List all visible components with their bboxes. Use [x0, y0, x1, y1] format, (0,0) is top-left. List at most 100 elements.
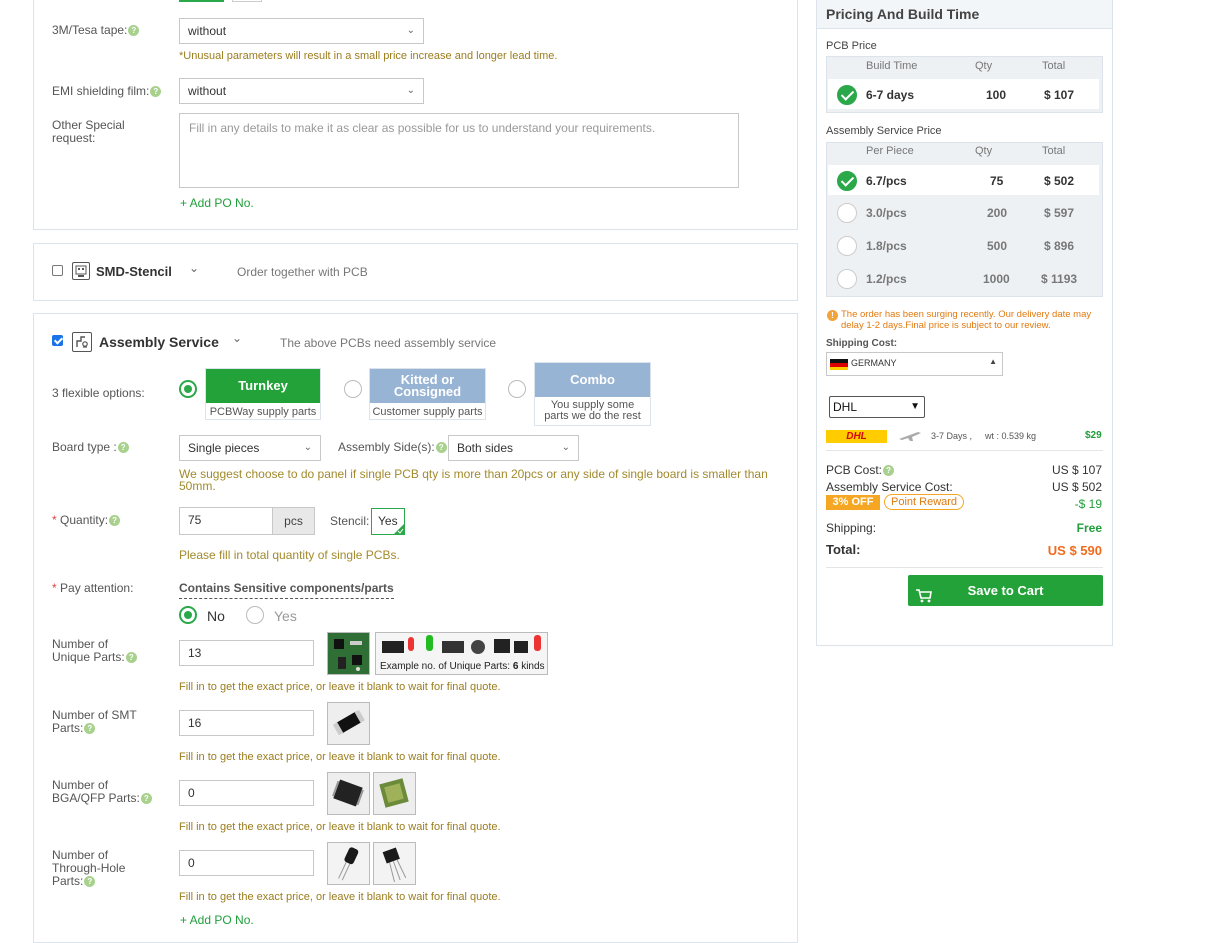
- shipping-label: Shipping:: [826, 521, 877, 535]
- bga-parts-label: Number of BGA/QFP Parts:?: [52, 779, 162, 805]
- pcb-col-qty: Qty: [975, 60, 993, 72]
- delivery-warning: The order has been surging recently. Our…: [841, 309, 1092, 331]
- asm-cost-value: US $ 502: [1051, 480, 1102, 494]
- asm-col-qty: Qty: [975, 145, 993, 157]
- asm-row-radio[interactable]: [837, 236, 857, 256]
- emi-select[interactable]: without ⌄: [179, 78, 424, 104]
- bga-parts-hint: Fill in to get the exact price, or leave…: [179, 821, 501, 833]
- bga-parts-input[interactable]: 0: [179, 780, 314, 806]
- chevron-down-icon: ⌄: [406, 25, 415, 36]
- asm-row-price[interactable]: 1.2/pcs: [866, 272, 907, 286]
- through-hole-parts-input[interactable]: 0: [179, 850, 314, 876]
- asm-row-radio[interactable]: [837, 203, 857, 223]
- stencil-yes-toggle[interactable]: Yes: [371, 508, 405, 535]
- pay-attention-label: * Pay attention:: [52, 581, 134, 595]
- kitted-option[interactable]: Kitted or Consigned Customer supply part…: [369, 368, 486, 420]
- quantity-hint: Please fill in total quantity of single …: [179, 548, 400, 562]
- off-badge: 3% OFF: [826, 495, 880, 510]
- country-value: GERMANY: [851, 358, 897, 368]
- total-label: Total:: [826, 542, 861, 557]
- sensitive-yes-label[interactable]: Yes: [274, 608, 297, 624]
- panel-hint: We suggest choose to do panel if single …: [179, 467, 768, 493]
- pcb-price-label: PCB Price: [826, 40, 877, 52]
- smd-stencil-checkbox[interactable]: [52, 265, 63, 276]
- unique-parts-example-caption: Example no. of Unique Parts: 6 kinds: [380, 661, 545, 672]
- sensitive-no-radio[interactable]: [179, 606, 197, 624]
- add-po-link[interactable]: + Add PO No.: [180, 913, 254, 927]
- help-icon[interactable]: ?: [109, 515, 121, 527]
- smd-stencil-title[interactable]: SMD-Stencil: [96, 264, 172, 279]
- sidebar-divider: [826, 567, 1103, 568]
- combo-option-head: Combo: [535, 363, 650, 397]
- assembly-service-title[interactable]: Assembly Service: [99, 334, 219, 350]
- unique-parts-input[interactable]: 13: [179, 640, 314, 666]
- smt-parts-input[interactable]: 16: [179, 710, 314, 736]
- chevron-down-icon[interactable]: ⌄: [232, 331, 242, 345]
- board-type-select[interactable]: Single pieces ⌄: [179, 435, 321, 461]
- help-icon[interactable]: ?: [150, 86, 162, 98]
- ship-weight: wt : 0.539 kg: [985, 431, 1037, 441]
- asm-row-qty: 75: [990, 174, 1004, 188]
- tesa-select[interactable]: without ⌄: [179, 18, 424, 44]
- warning-icon: !: [827, 310, 838, 321]
- pricing-title: Pricing And Build Time: [826, 6, 980, 22]
- transistor-image: [373, 842, 416, 885]
- asm-row-check-icon[interactable]: [837, 171, 857, 191]
- chevron-down-icon: ⌄: [406, 85, 415, 96]
- help-icon[interactable]: ?: [125, 652, 137, 664]
- turnkey-radio[interactable]: [179, 380, 197, 398]
- stencil-label: Stencil:: [330, 514, 370, 528]
- combo-option[interactable]: Combo You supply some parts we do the re…: [534, 362, 651, 426]
- quantity-label: * Quantity:?: [52, 514, 121, 527]
- stencil-icon: [72, 262, 90, 280]
- smt-parts-hint: Fill in to get the exact price, or leave…: [179, 751, 501, 763]
- asm-col-per-piece: Per Piece: [866, 145, 914, 157]
- asm-row-price[interactable]: 3.0/pcs: [866, 206, 907, 220]
- assembly-service-note: The above PCBs need assembly service: [280, 336, 497, 350]
- carrier-select[interactable]: DHL ▼: [829, 396, 925, 418]
- combo-radio[interactable]: [508, 380, 526, 398]
- partial-option[interactable]: [232, 0, 262, 2]
- ship-price: $29: [1085, 430, 1102, 441]
- kitted-radio[interactable]: [344, 380, 362, 398]
- asm-row-total: $ 502: [1044, 174, 1075, 188]
- add-po-link[interactable]: + Add PO No.: [180, 196, 254, 210]
- combo-option-sub: You supply some parts we do the rest: [544, 399, 641, 422]
- help-icon[interactable]: ?: [117, 442, 129, 454]
- pcb-row-qty: 100: [986, 88, 1007, 102]
- help-icon[interactable]: ?: [84, 723, 96, 735]
- quantity-input[interactable]: 75: [179, 507, 273, 535]
- sensitive-yes-radio[interactable]: [246, 606, 264, 624]
- asm-row-price[interactable]: 1.8/pcs: [866, 239, 907, 253]
- asm-cost-label: Assembly Service Cost:: [826, 480, 953, 494]
- pcb-col-build-time: Build Time: [866, 60, 918, 72]
- kitted-option-head: Kitted or Consigned: [370, 369, 485, 403]
- assembly-service-checkbox[interactable]: [52, 335, 63, 346]
- help-icon[interactable]: ?: [84, 876, 96, 888]
- asm-row-radio[interactable]: [837, 269, 857, 289]
- help-icon[interactable]: ?: [128, 25, 140, 37]
- shipping-cost-label: Shipping Cost:: [826, 338, 898, 349]
- asm-row-price: 6.7/pcs: [866, 174, 907, 188]
- other-request-textarea[interactable]: Fill in any details to make it as clear …: [179, 113, 739, 188]
- point-reward-badge[interactable]: Point Reward: [884, 494, 965, 510]
- chevron-down-icon: ⌄: [561, 442, 570, 453]
- chevron-down-icon: ▼: [910, 401, 920, 412]
- smt-part-image: [327, 702, 370, 745]
- chevron-down-icon[interactable]: ⌄: [189, 261, 199, 275]
- turnkey-option-head: Turnkey: [206, 369, 320, 403]
- pcb-row-check-icon[interactable]: [837, 85, 857, 105]
- partial-option-selected[interactable]: [179, 0, 224, 2]
- assembly-price-label: Assembly Service Price: [826, 125, 942, 137]
- help-icon[interactable]: ?: [140, 793, 152, 805]
- tesa-label: 3M/Tesa tape:?: [52, 24, 140, 37]
- save-to-cart-button[interactable]: Save to Cart: [908, 575, 1103, 606]
- turnkey-option[interactable]: Turnkey PCBWay supply parts: [205, 368, 321, 420]
- pcb-row-total: $ 107: [1044, 88, 1075, 102]
- country-select[interactable]: GERMANY ▲: [826, 352, 1003, 376]
- help-icon[interactable]: ?: [435, 442, 447, 454]
- help-icon[interactable]: ?: [883, 465, 895, 477]
- assembly-sides-select[interactable]: Both sides ⌄: [448, 435, 579, 461]
- airplane-icon: [898, 429, 922, 446]
- sensitive-no-label[interactable]: No: [207, 608, 225, 624]
